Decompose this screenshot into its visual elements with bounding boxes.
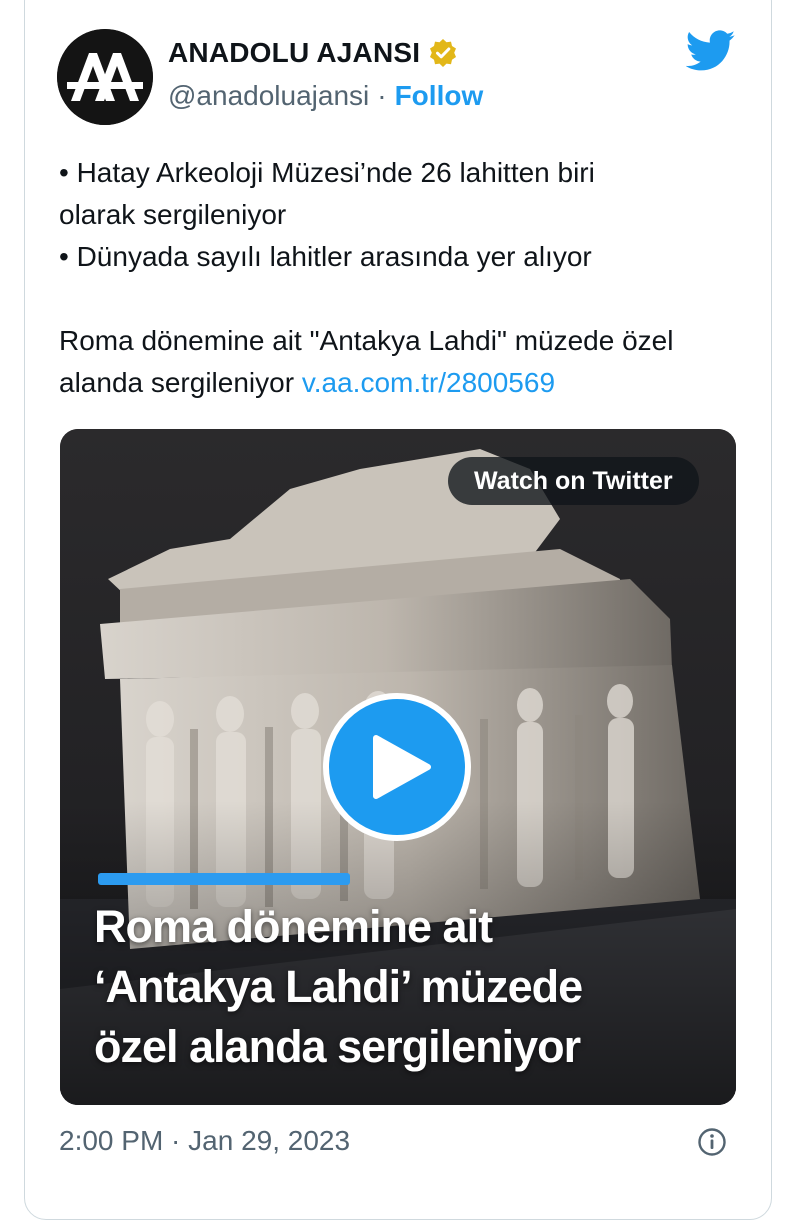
account-name[interactable]: ANADOLU AJANSI (168, 37, 420, 69)
tweet-line-3: • Dünyada sayılı lahitler arasında yer a… (59, 241, 592, 272)
account-name-row: ANADOLU AJANSI (168, 37, 458, 69)
account-handle[interactable]: @anadoluajansi (168, 80, 369, 112)
video-caption: Roma dönemine ait ‘Antakya Lahdi’ müzede… (94, 897, 714, 1077)
gold-verified-badge-icon (430, 39, 457, 67)
follow-button[interactable]: Follow (395, 80, 484, 112)
caption-line-1: Roma dönemine ait (94, 901, 493, 952)
handle-row: @anadoluajansi · Follow (168, 80, 483, 112)
caption-line-3: özel alanda sergileniyor (94, 1021, 581, 1072)
tweet-paragraph-line-2: alanda sergileniyor v.aa.com.tr/2800569 (59, 362, 749, 404)
tweet-paragraph-text: alanda sergileniyor (59, 367, 295, 398)
tweet-paragraph-line-1: Roma dönemine ait "Antakya Lahdi" müzede… (59, 325, 674, 356)
aa-logo-icon (57, 29, 153, 125)
tweet-timestamp[interactable]: 2:00 PM · Jan 29, 2023 (59, 1125, 350, 1157)
twitter-bird-icon[interactable] (686, 30, 736, 72)
avatar[interactable] (57, 29, 153, 125)
play-button[interactable] (323, 693, 471, 841)
play-icon (373, 735, 431, 799)
video-thumbnail[interactable]: Watch on Twitter Roma dönemine ait ‘Anta… (60, 429, 736, 1105)
caption-line-2: ‘Antakya Lahdi’ müzede (94, 961, 583, 1012)
tweet-link[interactable]: v.aa.com.tr/2800569 (302, 367, 555, 398)
tweet-text: • Hatay Arkeoloji Müzesi’nde 26 lahitten… (59, 152, 749, 404)
tweet-line-1: • Hatay Arkeoloji Müzesi’nde 26 lahitten… (59, 157, 595, 188)
info-icon[interactable] (697, 1127, 727, 1157)
caption-accent-bar (98, 873, 350, 885)
tweet-line-2: olarak sergileniyor (59, 199, 287, 230)
separator-dot: · (377, 80, 387, 111)
watch-on-twitter-button[interactable]: Watch on Twitter (448, 457, 699, 505)
